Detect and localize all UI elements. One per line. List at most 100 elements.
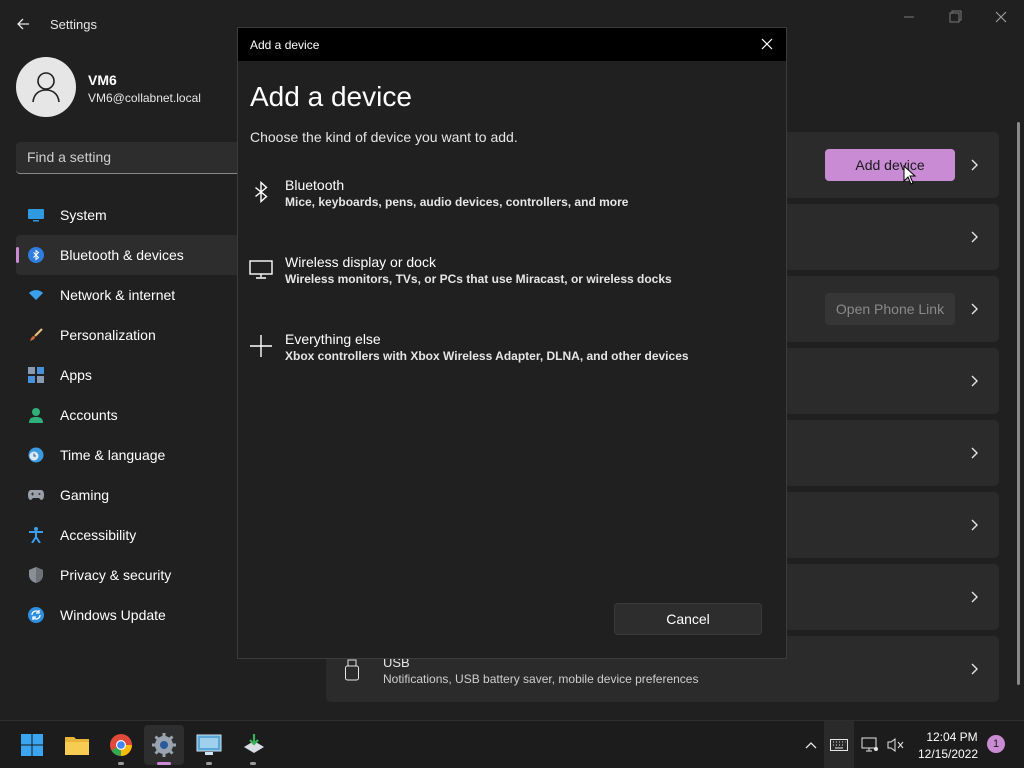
sidebar-item-network-internet[interactable]: Network & internet xyxy=(16,275,241,315)
installer-icon xyxy=(244,734,264,753)
running-indicator xyxy=(118,762,124,765)
option-title: Bluetooth xyxy=(285,177,345,193)
sidebar-item-label: Bluetooth & devices xyxy=(60,247,184,263)
taskbar-app-remote[interactable] xyxy=(195,731,223,765)
active-indicator xyxy=(157,762,171,765)
tray-volume-button[interactable] xyxy=(886,735,906,755)
windows-logo-icon xyxy=(21,734,43,756)
sidebar-item-privacy-security[interactable]: Privacy & security xyxy=(16,555,241,595)
sidebar-item-personalization[interactable]: Personalization xyxy=(16,315,241,355)
chevron-right-icon xyxy=(971,519,978,531)
option-title: Wireless display or dock xyxy=(285,254,436,270)
person-icon xyxy=(28,407,44,423)
dialog-titlebar: Add a device xyxy=(238,28,786,61)
restore-button[interactable] xyxy=(940,8,970,26)
back-arrow-icon xyxy=(17,18,29,30)
notification-badge[interactable]: 1 xyxy=(987,735,1005,753)
option-description: Mice, keyboards, pens, audio devices, co… xyxy=(285,195,629,209)
usb-subtitle: Notifications, USB battery saver, mobile… xyxy=(383,672,699,686)
system-icon xyxy=(28,207,44,223)
taskbar-settings[interactable] xyxy=(144,725,184,765)
chevron-right-icon xyxy=(971,231,978,243)
remote-desktop-icon xyxy=(196,734,222,755)
back-button[interactable] xyxy=(14,14,34,34)
user-name: VM6 xyxy=(88,72,117,88)
sidebar-item-windows-update[interactable]: Windows Update xyxy=(16,595,241,635)
sidebar-item-bluetooth-devices[interactable]: Bluetooth & devices xyxy=(16,235,241,275)
sidebar-item-system[interactable]: System xyxy=(16,195,241,235)
option-title: Everything else xyxy=(285,331,381,347)
running-indicator xyxy=(206,762,212,765)
shield-icon xyxy=(28,567,44,583)
close-window-button[interactable] xyxy=(986,8,1016,26)
clock-globe-icon xyxy=(28,447,44,463)
chevron-right-icon xyxy=(971,447,978,459)
sidebar-item-time-language[interactable]: Time & language xyxy=(16,435,241,475)
tray-overflow-button[interactable] xyxy=(801,735,821,755)
option-description: Xbox controllers with Xbox Wireless Adap… xyxy=(285,349,689,363)
cancel-button[interactable]: Cancel xyxy=(614,603,762,635)
taskbar-file-explorer[interactable] xyxy=(63,731,91,759)
wifi-icon xyxy=(28,287,44,303)
scrollbar[interactable] xyxy=(1017,122,1020,685)
minimize-icon xyxy=(904,16,914,18)
sidebar-item-label: Windows Update xyxy=(60,607,166,623)
option-wireless-display[interactable]: Wireless display or dock Wireless monito… xyxy=(238,248,786,308)
taskbar-chrome[interactable] xyxy=(107,731,135,765)
tray-keyboard-button[interactable] xyxy=(824,721,854,768)
restore-icon xyxy=(949,10,962,23)
chevron-right-icon xyxy=(971,375,978,387)
dialog-heading: Add a device xyxy=(250,81,412,112)
close-icon[interactable] xyxy=(760,37,774,51)
person-icon xyxy=(32,72,60,103)
sidebar-item-label: Time & language xyxy=(60,447,166,463)
keyboard-icon xyxy=(830,739,848,751)
add-device-button[interactable]: Add device xyxy=(825,149,955,181)
taskbar-app-installer[interactable] xyxy=(239,731,267,765)
clock-time[interactable]: 12:04 PM xyxy=(922,730,982,744)
usb-icon xyxy=(345,659,359,681)
chevron-right-icon xyxy=(971,591,978,603)
avatar[interactable] xyxy=(16,57,76,117)
start-button[interactable] xyxy=(18,731,46,759)
sidebar-item-accounts[interactable]: Accounts xyxy=(16,395,241,435)
sidebar-item-label: Apps xyxy=(60,367,92,383)
app-title: Settings xyxy=(50,17,97,32)
open-phone-link-button[interactable]: Open Phone Link xyxy=(825,293,955,325)
controller-icon xyxy=(28,487,44,503)
sidebar-item-label: Personalization xyxy=(60,327,156,343)
dialog-subtitle: Choose the kind of device you want to ad… xyxy=(250,129,518,145)
accessibility-icon xyxy=(28,527,44,543)
sidebar-item-label: System xyxy=(60,207,107,223)
gear-icon xyxy=(152,733,176,757)
brush-icon xyxy=(28,327,44,343)
option-description: Wireless monitors, TVs, or PCs that use … xyxy=(285,272,672,286)
sidebar-item-label: Network & internet xyxy=(60,287,176,303)
chevron-right-icon xyxy=(971,663,978,675)
sidebar-item-label: Privacy & security xyxy=(60,567,172,583)
chevron-right-icon xyxy=(971,303,978,315)
volume-muted-icon xyxy=(887,738,904,752)
sidebar-item-accessibility[interactable]: Accessibility xyxy=(16,515,241,555)
clock-date[interactable]: 12/15/2022 xyxy=(912,747,984,761)
mouse-cursor-icon xyxy=(903,165,917,185)
sidebar-nav: System Bluetooth & devices Network & int… xyxy=(16,195,241,635)
tray-network-button[interactable] xyxy=(860,735,880,755)
option-everything-else[interactable]: Everything else Xbox controllers with Xb… xyxy=(238,325,786,385)
option-bluetooth[interactable]: Bluetooth Mice, keyboards, pens, audio d… xyxy=(238,171,786,231)
sidebar-item-gaming[interactable]: Gaming xyxy=(16,475,241,515)
update-icon xyxy=(28,607,44,623)
sidebar-item-apps[interactable]: Apps xyxy=(16,355,241,395)
network-icon xyxy=(861,737,878,752)
chevron-right-icon xyxy=(971,159,978,171)
user-email: VM6@collabnet.local xyxy=(88,91,201,105)
bluetooth-icon xyxy=(28,247,44,263)
dialog-titlebar-text: Add a device xyxy=(250,37,320,52)
search-input[interactable]: Find a setting xyxy=(16,142,256,174)
monitor-icon xyxy=(248,256,274,282)
add-device-dialog: Add a device Add a device Choose the kin… xyxy=(237,27,787,659)
minimize-button[interactable] xyxy=(894,8,924,26)
sidebar-item-label: Gaming xyxy=(60,487,110,503)
bluetooth-icon xyxy=(248,179,274,205)
folder-icon xyxy=(65,737,89,755)
